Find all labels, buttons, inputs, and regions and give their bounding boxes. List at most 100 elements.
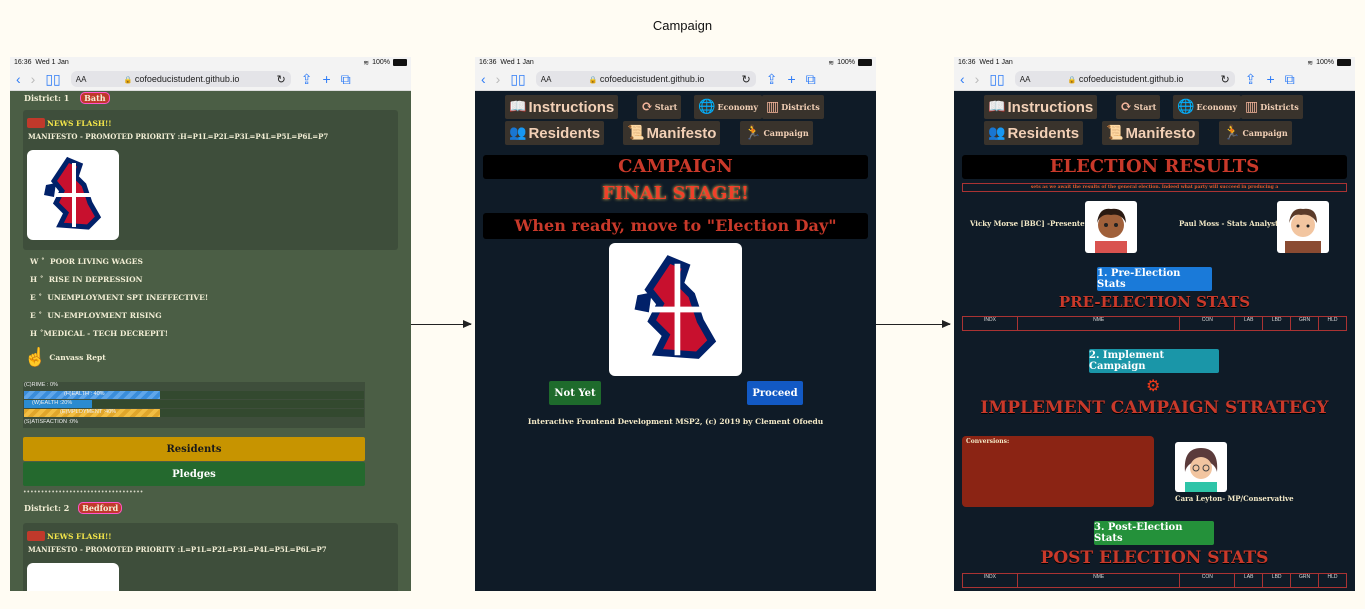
table-header: GRN [1291,317,1320,330]
forward-icon[interactable]: › [975,71,980,87]
table-header: LAB [1235,317,1264,330]
pre-election-stats-button[interactable]: 1. Pre-Election Stats [1097,267,1212,291]
back-icon[interactable]: ‹ [960,71,965,87]
district-town-badge[interactable]: Bath [80,92,110,104]
table-header: HLD [1327,574,1338,580]
employment-label: (E)MPLOYMENT :40% [60,409,117,415]
tablet-left: 16:36 Wed 1 Jan ≋ 100% ‹ › ▯▯ AA 🔒 cofoeduc… [10,57,411,591]
issue-item: H ˚MEDICAL - TECH DECREPIT! [30,329,169,338]
post-election-stats-button[interactable]: 3. Post-Election Stats [1094,521,1214,545]
browser-toolbar: ‹ › ▯▯ AA 🔒 cofoeducistudent.github.io ↻ ⇪ +… [954,68,1355,91]
reload-icon[interactable]: ↻ [1221,73,1230,86]
bookmarks-icon[interactable]: ▯▯ [510,71,525,88]
not-yet-button[interactable]: Not Yet [549,381,601,405]
users-icon: 👥 [988,125,1006,141]
share-icon[interactable]: ⇪ [301,71,313,88]
district-town-badge[interactable]: Bedford [78,502,123,514]
nav-residents[interactable]: 👥 Residents [505,121,605,145]
new-tab-icon[interactable]: + [1267,71,1275,87]
canvass-label: Canvass Rept [49,353,106,362]
issue-item: W ˚ POOR LIVING WAGES [30,257,143,266]
reader-aa[interactable]: AA [541,75,552,84]
nav-residents[interactable]: 👥 Residents [984,121,1084,145]
tabs-icon[interactable]: ⧉ [341,71,351,88]
district-label: District: [24,503,61,513]
tabs-icon[interactable]: ⧉ [806,71,816,88]
manifesto-line: MANIFESTO - PROMOTED PRIORITY :H=P1L=P2L… [28,132,329,141]
running-icon: 🏃 [1223,125,1241,141]
implement-campaign-button[interactable]: 2. Implement Campaign [1089,349,1219,373]
nav-districts[interactable]: ▥ Districts [762,95,824,119]
reader-aa[interactable]: AA [76,75,87,84]
bookmarks-icon[interactable]: ▯▯ [45,71,60,88]
news-marquee: sets as we await the results of the gene… [962,183,1347,192]
tabs-icon[interactable]: ⧉ [1285,71,1295,88]
scroll-icon: 📜 [1106,125,1124,141]
forward-icon[interactable]: › [496,71,501,87]
district-view: District: 1 Bath NEWS FLASH!! MANIFESTO … [10,91,411,591]
running-icon: 🏃 [744,125,762,141]
url-text: cofoeducistudent.github.io [599,74,705,84]
status-bar: 16:36 Wed 1 Jan ≋ 100% [475,57,876,68]
users-icon: 👥 [509,125,527,141]
date: Wed 1 Jan [500,59,534,66]
pre-election-table: INDX NME CON LAB LBD GRN HLD [962,316,1347,331]
nav-campaign[interactable]: 🏃 Campaign [740,121,813,145]
table-header: INDX [963,574,1018,587]
address-bar[interactable]: AA 🔒 cofoeducistudent.github.io ↻ [1014,71,1235,87]
analyst-label: Paul Moss - Stats Analyst [1179,219,1279,228]
url-text: cofoeducistudent.github.io [1078,74,1184,84]
share-icon[interactable]: ⇪ [766,71,778,88]
reload-icon[interactable]: ↻ [277,73,286,86]
conversions-panel: Conversions: [962,436,1154,507]
new-tab-icon[interactable]: + [788,71,796,87]
proceed-button[interactable]: Proceed [747,381,803,405]
nav-districts[interactable]: ▥ Districts [1241,95,1303,119]
nav-economy[interactable]: 🌐 Economy [694,95,763,119]
health-bar: (H)EALTH : 40% [24,391,364,399]
news-flash: NEWS FLASH!! [27,118,112,128]
nav-start[interactable]: ⟳ Start [637,95,682,119]
canvass-report[interactable]: ☝ Canvass Rept [24,347,106,368]
election-view: 📖 Instructions ⟳ Start 🌐 Economy ▥ Districts… [954,91,1355,591]
nav-manifesto[interactable]: 📜 Manifesto [1102,121,1200,145]
globe-icon: 🌐 [1177,99,1195,115]
divider-dots: •••••••••••••••••••••••••••••••••• [23,489,144,496]
url-text: cofoeducistudent.github.io [134,74,240,84]
nav-campaign[interactable]: 🏃 Campaign [1219,121,1292,145]
issue-item: E ˚ UN-EMPLOYMENT RISING [30,311,162,320]
campaign-view: 📖 Instructions ⟳ Start 🌐 Economy ▥ Districts… [475,91,876,591]
battery-text: 100% [372,59,390,66]
uk-map-image [27,563,119,591]
pledges-button[interactable]: Pledges [23,462,365,486]
nav-economy[interactable]: 🌐 Economy [1173,95,1242,119]
new-tab-icon[interactable]: + [323,71,331,87]
nav-instructions[interactable]: 📖 Instructions [505,95,619,119]
news-flash-text: NEWS FLASH!! [47,118,112,128]
newspaper-icon [27,531,45,541]
forward-icon[interactable]: › [31,71,36,87]
lock-icon: 🔒 [123,77,133,84]
table-header: HLD [1327,317,1338,323]
news-card-2: NEWS FLASH!! MANIFESTO - PROMOTED PRIORI… [23,523,398,591]
nav-instructions[interactable]: 📖 Instructions [984,95,1098,119]
share-icon[interactable]: ⇪ [1245,71,1257,88]
table-header: CON [1180,317,1236,330]
battery-icon [1337,59,1351,66]
reload-icon[interactable]: ↻ [742,73,751,86]
residents-button[interactable]: Residents [23,437,365,461]
table-header: NME [1018,574,1181,587]
district-number: 1 [63,93,70,103]
back-icon[interactable]: ‹ [481,71,486,87]
nav-manifesto[interactable]: 📜 Manifesto [623,121,721,145]
wifi-icon: ≋ [363,59,370,67]
bookmarks-icon[interactable]: ▯▯ [989,71,1004,88]
back-icon[interactable]: ‹ [16,71,21,87]
browser-toolbar: ‹ › ▯▯ AA 🔒 cofoeducistudent.github.io ↻ ⇪ +… [10,68,411,91]
reader-aa[interactable]: AA [1020,75,1031,84]
address-bar[interactable]: AA 🔒 cofoeducistudent.github.io ↻ [70,71,291,87]
news-flash: NEWS FLASH!! [27,531,112,541]
nav-start[interactable]: ⟳ Start [1116,95,1161,119]
status-bar: 16:36 Wed 1 Jan ≋ 100% [10,57,411,68]
address-bar[interactable]: AA 🔒 cofoeducistudent.github.io ↻ [535,71,756,87]
